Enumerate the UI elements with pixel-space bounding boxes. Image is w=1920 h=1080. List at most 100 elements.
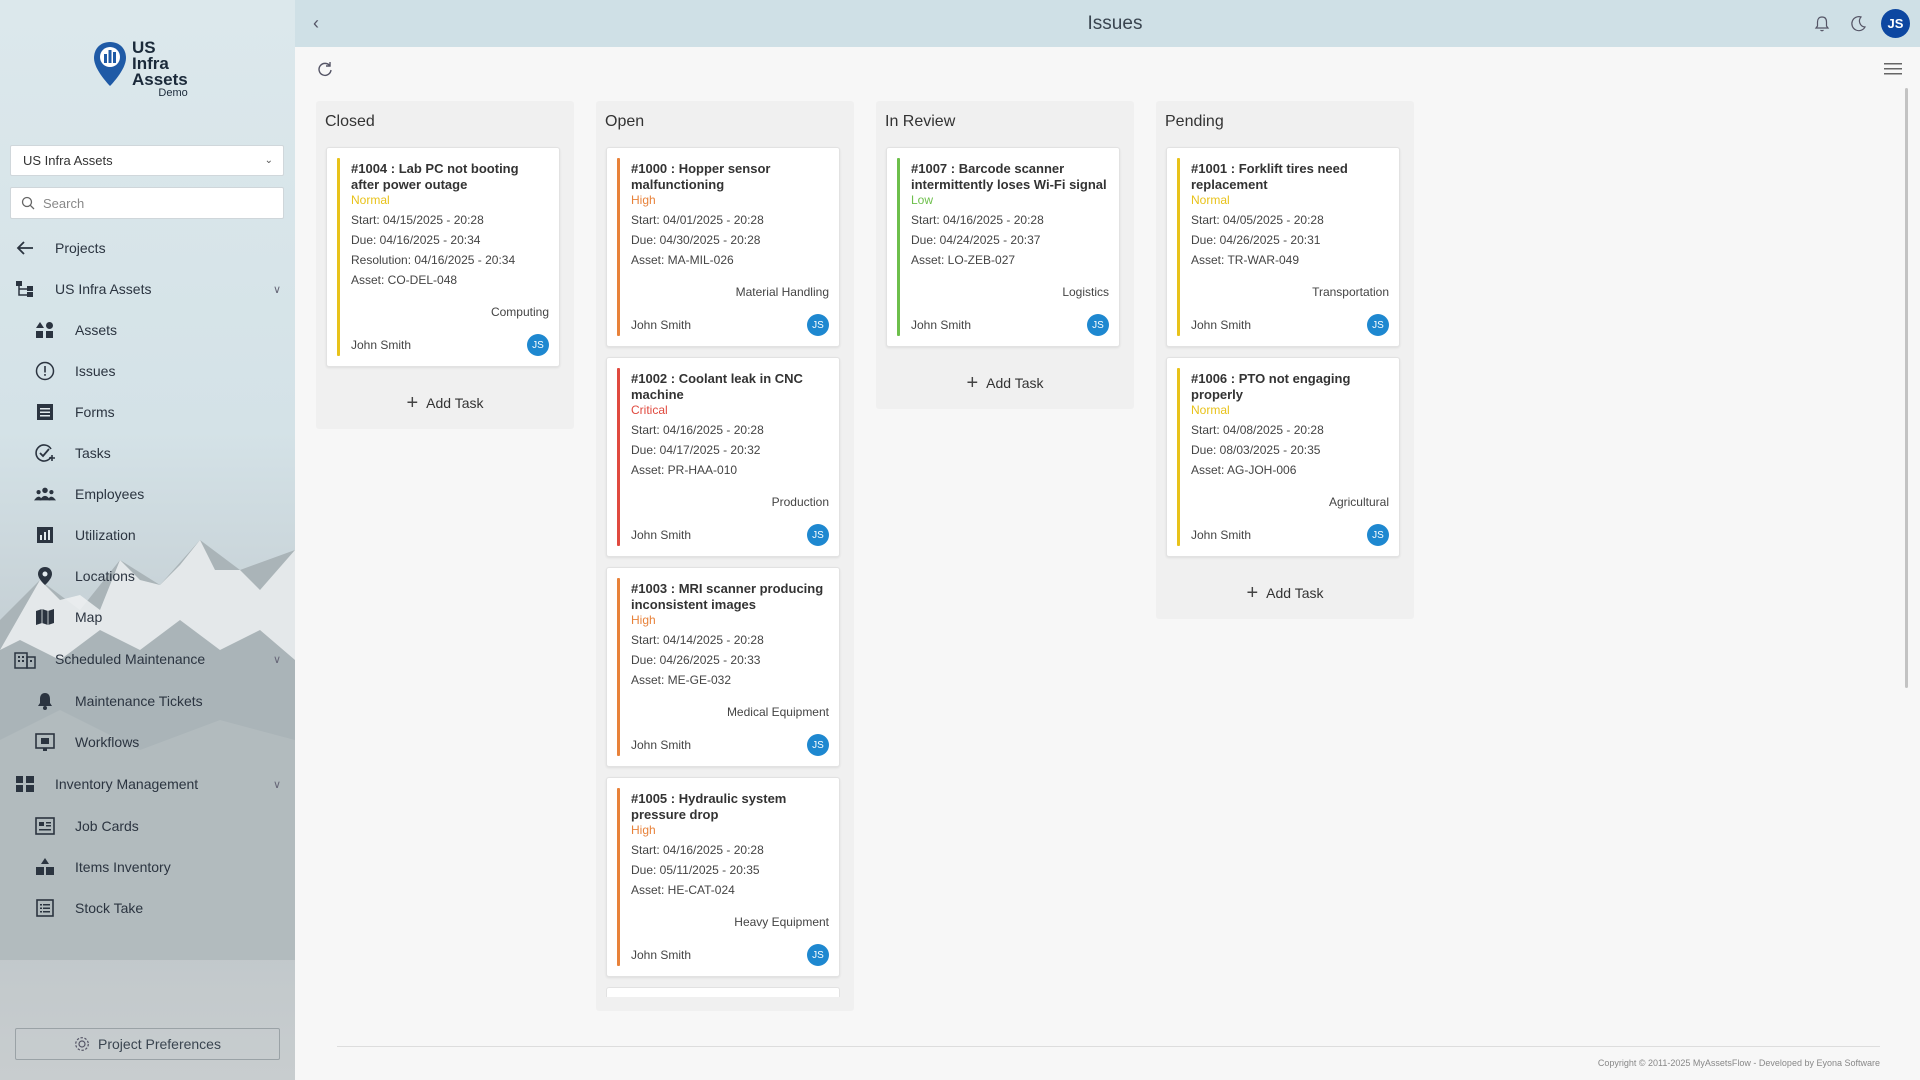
category-label: Production xyxy=(771,495,829,509)
project-select[interactable]: US Infra Assets ⌄ xyxy=(10,145,284,176)
notification-bell-icon[interactable] xyxy=(1812,14,1832,34)
sidebar-item-employees[interactable]: Employees xyxy=(0,477,295,511)
priority-label: Normal xyxy=(351,193,390,207)
sidebar-item-label: Tasks xyxy=(75,445,111,461)
dark-mode-moon-icon[interactable] xyxy=(1848,14,1868,34)
category-label: Agricultural xyxy=(1328,495,1389,509)
chevron-down-icon: ⌄ xyxy=(264,155,273,166)
assignee-avatar[interactable]: JS xyxy=(527,334,549,356)
project-preferences-button[interactable]: Project Preferences xyxy=(15,1028,280,1060)
sidebar-item-label: Issues xyxy=(75,363,116,379)
assignee-name: John Smith xyxy=(631,318,692,332)
sidebar-item-scheduled-maintenance[interactable]: Scheduled Maintenance ∨ xyxy=(0,642,295,676)
issue-card[interactable]: #1000 : Hopper sensor malfunctioning High… xyxy=(606,147,840,347)
issue-card[interactable]: #1002 : Coolant leak in CNC machine Criti… xyxy=(606,357,840,557)
category-label: Computing xyxy=(490,305,549,319)
issue-card[interactable]: #1005 : Hydraulic system pressure drop Hi… xyxy=(606,777,840,977)
sidebar-item-issues[interactable]: Issues xyxy=(0,354,295,388)
issue-title: #1006 : PTO not engaging properly xyxy=(1191,371,1351,402)
menu-hamburger-icon[interactable] xyxy=(1884,62,1902,76)
boxes-icon xyxy=(34,856,56,878)
assignee-avatar[interactable]: JS xyxy=(807,314,829,336)
add-task-button[interactable]: + Add Task xyxy=(1156,567,1414,619)
priority-label: High xyxy=(631,823,656,837)
sidebar-item-label: Forms xyxy=(75,404,115,420)
issue-detail-line: Start: 04/15/2025 - 20:28 xyxy=(351,213,484,227)
top-header: ‹ Issues JS xyxy=(295,0,1920,47)
issue-card[interactable]: #1004 : Lab PC not booting after power o… xyxy=(326,147,560,367)
issue-card[interactable]: #1003 : MRI scanner producing inconsiste… xyxy=(606,567,840,767)
add-task-button[interactable]: + Add Task xyxy=(316,377,574,429)
sidebar-item-utilization[interactable]: Utilization xyxy=(0,518,295,552)
sidebar-item-items-inventory[interactable]: Items Inventory xyxy=(0,850,295,884)
chevron-down-icon[interactable]: ∨ xyxy=(273,653,281,666)
location-pin-icon xyxy=(34,565,56,587)
project-preferences-label: Project Preferences xyxy=(98,1036,221,1052)
chevron-down-icon[interactable]: ∨ xyxy=(273,778,281,791)
category-label: Medical Equipment xyxy=(726,705,829,719)
logo-text: US Infra Assets Demo xyxy=(132,39,188,99)
project-select-value: US Infra Assets xyxy=(23,153,113,168)
issue-detail-line: Asset: CO-DEL-048 xyxy=(351,273,458,287)
map-icon xyxy=(34,606,56,628)
column-title: Pending xyxy=(1165,113,1224,130)
assignee-avatar[interactable]: JS xyxy=(807,944,829,966)
sidebar-item-projects[interactable]: Projects xyxy=(0,231,295,265)
sidebar-item-label: Maintenance Tickets xyxy=(75,693,203,709)
sidebar-item-tasks[interactable]: Tasks xyxy=(0,436,295,470)
issue-detail-line: Asset: AG-JOH-006 xyxy=(1191,463,1297,477)
vertical-scrollbar[interactable] xyxy=(1905,88,1908,688)
issue-title: #1005 : Hydraulic system pressure drop xyxy=(631,791,787,822)
page-title: Issues xyxy=(1087,13,1143,34)
sidebar-item-us-infra-assets[interactable]: US Infra Assets ∨ xyxy=(0,272,295,306)
sidebar-item-job-cards[interactable]: Job Cards xyxy=(0,809,295,843)
copyright-text: Copyright © 2011-2025 MyAssetsFlow - Dev… xyxy=(1597,1058,1880,1068)
sidebar-item-label: Job Cards xyxy=(75,818,139,834)
sidebar-item-label: Stock Take xyxy=(75,900,144,916)
sidebar-item-inventory-management[interactable]: Inventory Management ∨ xyxy=(0,767,295,801)
chevron-up-icon[interactable]: ∨ xyxy=(273,283,281,296)
issue-card[interactable]: #1007 : Barcode scanner intermittently l… xyxy=(886,147,1120,347)
issue-card[interactable]: #1006 : PTO not engaging properly Normal S… xyxy=(1166,357,1400,557)
issue-detail-line: Asset: ME-GE-032 xyxy=(631,673,732,687)
issue-detail-line: Asset: LO-ZEB-027 xyxy=(911,253,1016,267)
issue-title: #1001 : Forklift tires need replacement xyxy=(1191,161,1348,192)
sidebar-item-locations[interactable]: Locations xyxy=(0,559,295,593)
sidebar-item-maintenance-tickets[interactable]: Maintenance Tickets xyxy=(0,684,295,718)
assignee-avatar[interactable]: JS xyxy=(1087,314,1109,336)
column-title: Closed xyxy=(325,113,375,130)
assignee-name: John Smith xyxy=(1191,318,1252,332)
issue-card[interactable]: #1001 : Forklift tires need replacement N… xyxy=(1166,147,1400,347)
search-placeholder: Search xyxy=(43,196,85,211)
assignee-avatar[interactable]: JS xyxy=(807,734,829,756)
issue-detail-line: Start: 04/16/2025 - 20:28 xyxy=(631,843,764,857)
alert-circle-icon xyxy=(34,360,56,382)
user-avatar[interactable]: JS xyxy=(1881,9,1910,38)
issue-detail-line: Start: 04/05/2025 - 20:28 xyxy=(1191,213,1324,227)
logo-pin-icon xyxy=(94,42,126,86)
sidebar-item-workflows[interactable]: Workflows xyxy=(0,725,295,759)
add-task-label: Add Task xyxy=(426,395,484,411)
assignee-avatar[interactable]: JS xyxy=(1367,314,1389,336)
sidebar-item-map[interactable]: Map xyxy=(0,600,295,634)
assignee-avatar[interactable]: JS xyxy=(1367,524,1389,546)
issue-title: #1004 : Lab PC not booting after power o… xyxy=(351,161,519,192)
priority-label: Low xyxy=(911,193,934,207)
refresh-icon[interactable] xyxy=(316,60,334,78)
app-logo[interactable]: US Infra Assets Demo xyxy=(92,39,188,99)
assignee-name: John Smith xyxy=(1191,528,1252,542)
shapes-icon xyxy=(34,319,56,341)
assignee-avatar[interactable]: JS xyxy=(807,524,829,546)
assignee-name: John Smith xyxy=(351,338,412,352)
column-pending: Pending #1001 : Forklift tires need repla… xyxy=(1156,101,1414,619)
add-task-button[interactable]: + Add Task xyxy=(876,357,1134,409)
sidebar-item-forms[interactable]: Forms xyxy=(0,395,295,429)
issue-detail-line: Asset: TR-WAR-049 xyxy=(1191,253,1300,267)
sidebar-item-stock-take[interactable]: Stock Take xyxy=(0,891,295,925)
issue-detail-line: Asset: PR-HAA-010 xyxy=(631,463,738,477)
issue-card-partial[interactable] xyxy=(606,987,840,997)
form-icon xyxy=(34,401,56,423)
sidebar-item-assets[interactable]: Assets xyxy=(0,313,295,347)
search-input[interactable]: Search xyxy=(10,187,284,219)
category-label: Heavy Equipment xyxy=(734,915,829,929)
